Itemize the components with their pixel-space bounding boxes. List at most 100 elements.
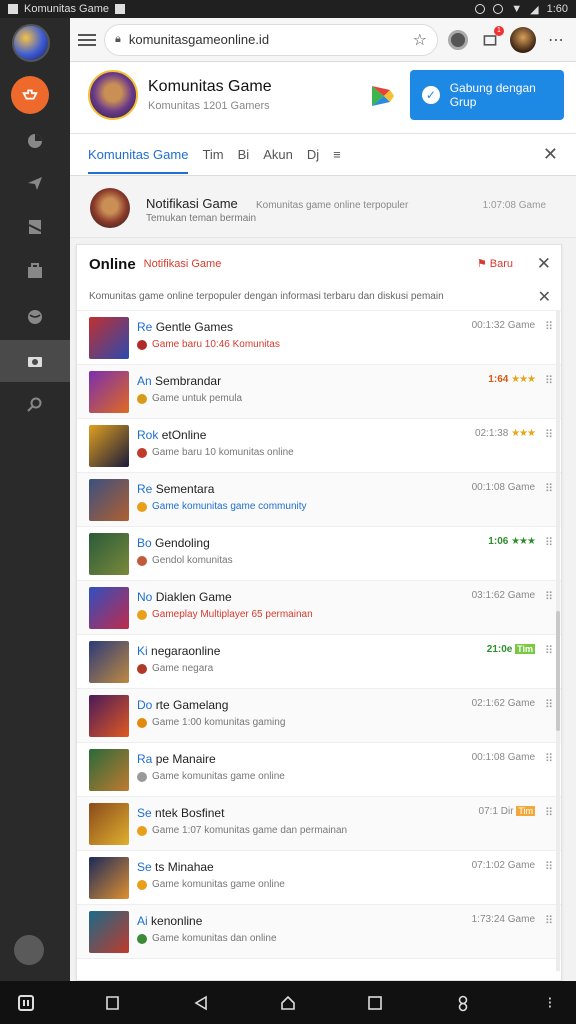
game-list-item[interactable]: Re Gentle Games Game baru 10:46 Komunitas… [77, 311, 561, 365]
alarm-icon [475, 4, 486, 14]
drag-handle-icon[interactable]: ⠿ [545, 590, 553, 603]
community-avatar[interactable] [88, 70, 138, 120]
game-title: Ra pe Manaire [137, 752, 216, 766]
rail-item-globe[interactable] [0, 296, 70, 338]
bookmark-star-icon[interactable]: ☆ [413, 30, 427, 50]
game-title-prefix: Do [137, 698, 153, 712]
signal-icon: ◢ [530, 3, 539, 16]
game-title: Rok etOnline [137, 428, 206, 442]
rail-action-button[interactable] [11, 76, 49, 114]
rail-item-search[interactable] [0, 384, 70, 426]
game-title-text: pe Manaire [155, 752, 216, 766]
description-close-icon[interactable]: ✕ [538, 287, 551, 307]
play-store-icon[interactable] [368, 82, 396, 110]
rail-item-briefcase[interactable] [0, 250, 70, 292]
game-title-text: Sembrandar [155, 374, 222, 388]
online-panel: Online Notifikasi Game ⚑ Baru ✕ Komunita… [76, 244, 562, 981]
app-drawer-button[interactable] [14, 991, 38, 1015]
game-status-dot-icon [137, 393, 147, 404]
tab-bi[interactable]: Bi [238, 147, 250, 162]
user-avatar-placeholder[interactable] [14, 935, 44, 965]
game-list-item[interactable]: Ra pe Manaire Game komunitas game online 0… [77, 743, 561, 797]
game-meta: 1:73:24 Game [472, 914, 535, 925]
game-list-item[interactable]: Bo Gendoling Gendol komunitas 1:06 ★★★ ⠿ [77, 527, 561, 581]
drag-handle-icon[interactable]: ⠿ [545, 644, 553, 657]
panel-subtitle: Notifikasi Game [143, 258, 222, 270]
game-list-item[interactable]: Ai kenonline Game komunitas dan online 1:7… [77, 905, 561, 959]
scrollbar-thumb[interactable] [556, 611, 560, 731]
tab-akun[interactable]: Akun [263, 147, 293, 162]
game-meta: 07:1:02 Game [472, 860, 535, 871]
more-options-icon[interactable]: ⋯ [544, 28, 568, 52]
panel-header: Online Notifikasi Game ⚑ Baru ✕ [77, 245, 561, 283]
home-button[interactable] [276, 991, 300, 1015]
drag-handle-icon[interactable]: ⠿ [545, 914, 553, 927]
game-title: Se ts Minahae [137, 860, 214, 874]
notification-avatar [90, 188, 130, 228]
drag-handle-icon[interactable]: ⠿ [545, 806, 553, 819]
scrollbar[interactable] [556, 311, 560, 971]
game-list-item[interactable]: An Sembrandar Game untuk pemula 1:64 ★★★ ⠿ [77, 365, 561, 419]
close-icon[interactable]: ✕ [543, 144, 558, 165]
rail-item-send[interactable] [0, 162, 70, 204]
drag-handle-icon[interactable]: ⠿ [545, 374, 553, 387]
list-view-icon[interactable]: ≡ [333, 147, 341, 162]
drag-handle-icon[interactable]: ⠿ [545, 482, 553, 495]
drag-handle-icon[interactable]: ⠿ [545, 698, 553, 711]
join-group-button[interactable]: ✓ Gabung dengan Grup [410, 70, 564, 120]
new-badge-label: Baru [489, 258, 513, 270]
drag-handle-icon[interactable]: ⠿ [545, 320, 553, 333]
game-list-item[interactable]: Se ts Minahae Game komunitas game online 0… [77, 851, 561, 905]
record-button[interactable] [446, 28, 470, 52]
tab-dj[interactable]: Dj [307, 147, 319, 162]
game-subtitle-text: Game komunitas dan online [152, 933, 277, 944]
rail-item-map[interactable] [0, 206, 70, 248]
panel-close-icon[interactable]: ✕ [537, 254, 551, 274]
tab-switch-button[interactable] [101, 991, 125, 1015]
game-status-dot-icon [137, 501, 147, 512]
app-notification-icon [8, 4, 18, 14]
game-title-prefix: Se [137, 860, 152, 874]
status-bar: Komunitas Game ▼ ◢ 1:60 [0, 0, 576, 18]
notification-badge: 1 [494, 25, 504, 36]
rail-item-camera[interactable] [0, 340, 70, 382]
game-meta: 03:1:62 Game [472, 590, 535, 601]
notification-item[interactable]: Notifikasi Game Komunitas game online te… [70, 176, 576, 238]
tab-komunitas-game[interactable]: Komunitas Game [88, 147, 189, 174]
drag-handle-icon[interactable]: ⠿ [545, 860, 553, 873]
game-list-item[interactable]: Se ntek Bosfinet Game 1:07 komunitas game… [77, 797, 561, 851]
panel-title: Online [89, 255, 136, 273]
drag-handle-icon[interactable]: ⠿ [545, 428, 553, 441]
game-title: Ki negaraonline [137, 644, 220, 658]
camera-icon [28, 357, 42, 367]
game-status-dot-icon [137, 609, 147, 620]
rail-item-pie[interactable] [0, 120, 70, 162]
back-button[interactable] [189, 991, 213, 1015]
game-subtitle-text: Game negara [152, 663, 214, 674]
tab-bar: Komunitas Game Tim Bi Akun Dj ≡ ✕ [70, 134, 576, 176]
address-bar[interactable]: 🔒︎ komunitasgameonline.id ☆ [104, 23, 438, 56]
game-list-item[interactable]: Rok etOnline Game baru 10 komunitas onlin… [77, 419, 561, 473]
tab-tim[interactable]: Tim [202, 147, 223, 162]
game-list-item[interactable]: Ki negaraonline Game negara 21:0e Tim ⠿ [77, 635, 561, 689]
rating-stars-icon: ★★★ [511, 428, 536, 439]
drag-handle-icon[interactable]: ⠿ [545, 536, 553, 549]
game-title-text: Gendoling [155, 536, 210, 550]
game-subtitle: Game 1:00 komunitas gaming [137, 717, 285, 728]
game-meta-text: 00:1:08 Game [471, 752, 535, 763]
game-list-item[interactable]: Re Sementara Game komunitas game communit… [77, 473, 561, 527]
assistant-icon [458, 995, 467, 1011]
game-title-text: ntek Bosfinet [155, 806, 225, 820]
app-logo[interactable] [12, 24, 50, 62]
notifications-button[interactable]: 1 [478, 25, 504, 52]
game-list-item[interactable]: No Diaklen Game Gameplay Multiplayer 65 p… [77, 581, 561, 635]
game-meta: 00:1:08 Game [472, 752, 535, 763]
drag-handle-icon[interactable]: ⠿ [545, 752, 553, 765]
notification-description: Komunitas game online terpopuler [256, 200, 409, 211]
recents-button[interactable] [363, 991, 387, 1015]
more-icon[interactable]: ⁝ [538, 991, 562, 1015]
game-list-item[interactable]: Do rte Gamelang Game 1:00 komunitas gamin… [77, 689, 561, 743]
hamburger-menu-icon[interactable] [78, 31, 96, 49]
assistant-button[interactable] [451, 991, 475, 1015]
account-avatar[interactable] [510, 26, 536, 53]
